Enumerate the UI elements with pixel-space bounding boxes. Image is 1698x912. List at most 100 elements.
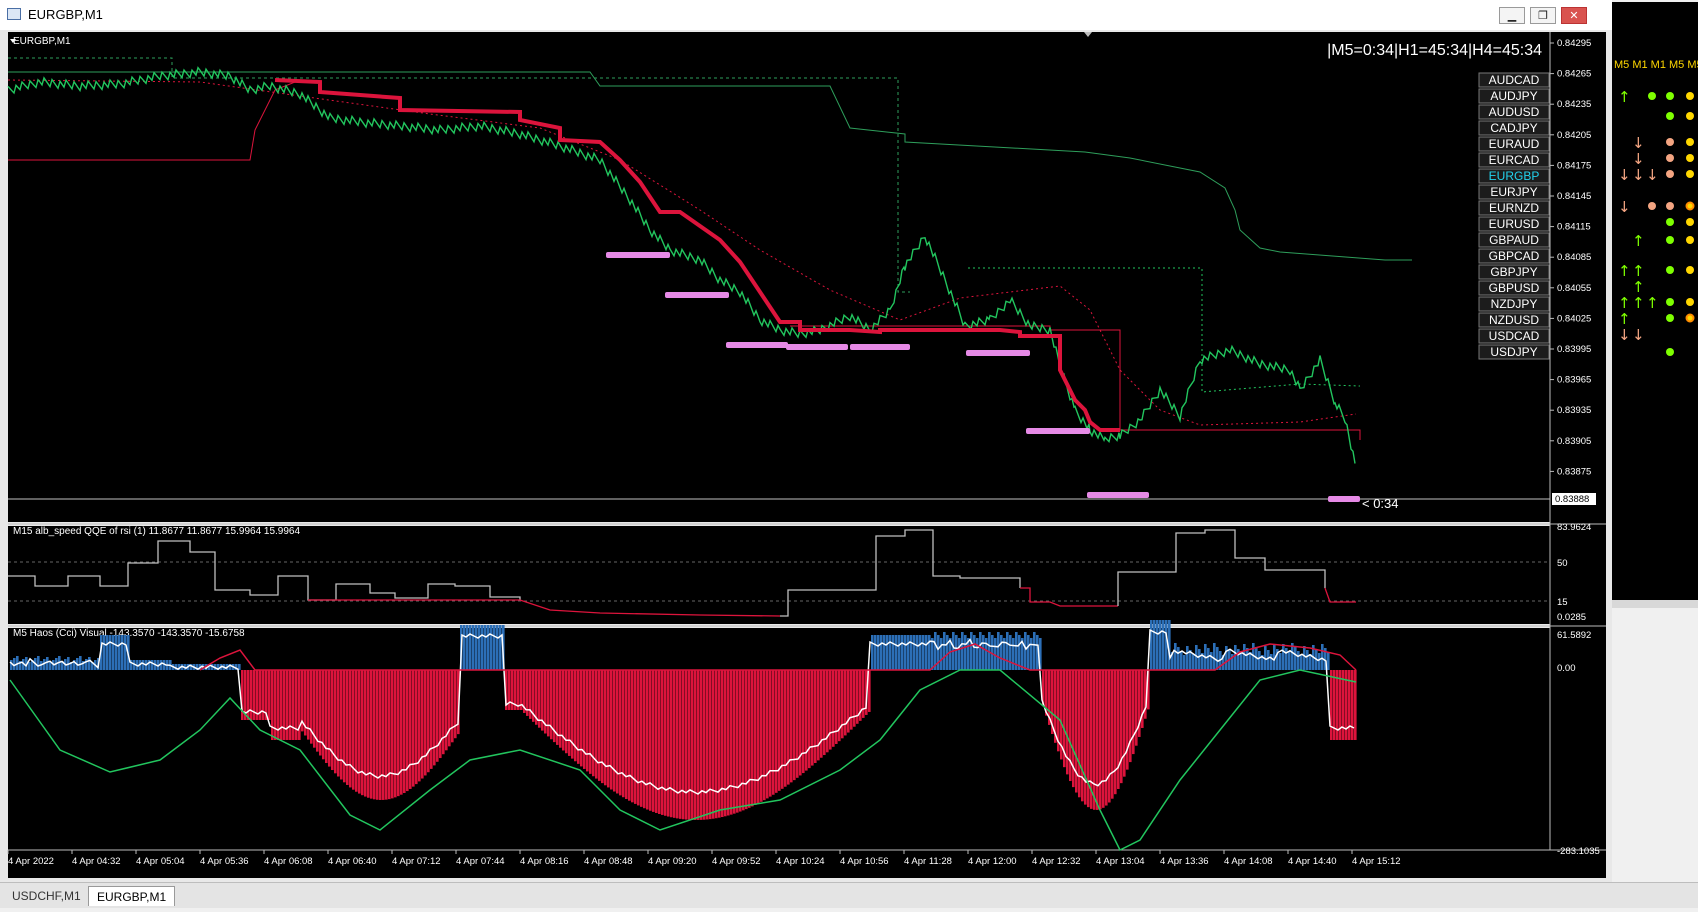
restore-button[interactable]: ❐ xyxy=(1530,7,1556,24)
price-tick-label: 0.84295 xyxy=(1557,38,1591,49)
symbol-button-eurjpy[interactable]: EURJPY xyxy=(1478,184,1550,200)
yellow-dot-icon xyxy=(1686,138,1694,146)
cci-tick-label: 61.5892 xyxy=(1557,630,1591,641)
symbol-button-usdcad[interactable]: USDCAD xyxy=(1478,328,1550,344)
time-tick-label: 4 Apr 08:16 xyxy=(520,856,569,867)
arrow-down-icon: ↓ xyxy=(1618,166,1631,184)
signal-header: M5 M1 M1 M5 M5 xyxy=(1614,59,1698,71)
cci-tick-label: 0.00 xyxy=(1557,663,1576,674)
side-panel: M5 M1 M1 M5 M5 ↑ ↓ ↓ ↓ ↓ ↓ ↓ ↑ ↑ ↑ ↑ ↑ ↑ ↑ ↑ ↓ ↓ xyxy=(1612,0,1698,907)
green-dot-icon xyxy=(1666,298,1674,306)
price-tick-label: 0.84055 xyxy=(1557,283,1591,294)
price-tick-label: 0.84145 xyxy=(1557,191,1591,202)
svg-text:EURAUD: EURAUD xyxy=(1489,137,1540,151)
qqe-label: M15 alb_speed QQE of rsi (1) 11.8677 11.… xyxy=(13,526,300,537)
time-tick-label: 4 Apr 13:36 xyxy=(1160,856,1209,867)
price-tick-label: 0.84235 xyxy=(1557,99,1591,110)
tab-eurgbp[interactable]: EURGBP,M1 xyxy=(88,886,176,906)
yellow-dot-icon xyxy=(1686,170,1694,178)
svg-text:GBPUSD: GBPUSD xyxy=(1489,281,1540,295)
symbol-button-audcad[interactable]: AUDCAD xyxy=(1478,72,1550,88)
orange-dot-icon xyxy=(1648,202,1656,210)
time-tick-label: 4 Apr 05:04 xyxy=(136,856,185,867)
time-tick-label: 4 Apr 15:12 xyxy=(1352,856,1401,867)
time-tick-label: 4 Apr 06:40 xyxy=(328,856,377,867)
symbol-button-gbpcad[interactable]: GBPCAD xyxy=(1478,248,1550,264)
close-button[interactable]: ✕ xyxy=(1561,7,1587,24)
price-tick-label: 0.83935 xyxy=(1557,405,1591,416)
price-tick-label: 0.84085 xyxy=(1557,252,1591,263)
qqe-tick-label: 0.0285 xyxy=(1557,612,1586,623)
svg-text:NZDUSD: NZDUSD xyxy=(1489,313,1539,327)
time-tick-label: 4 Apr 14:08 xyxy=(1224,856,1273,867)
symbol-button-eurusd[interactable]: EURUSD xyxy=(1478,216,1550,232)
svg-text:EURUSD: EURUSD xyxy=(1489,217,1540,231)
symbol-button-cadjpy[interactable]: CADJPY xyxy=(1478,120,1550,136)
arrow-down-icon: ↓ xyxy=(1618,198,1631,216)
price-tick-label: 0.84175 xyxy=(1557,160,1591,171)
qqe-tick-label: 15 xyxy=(1557,597,1568,608)
arrow-up-icon: ↑ xyxy=(1618,262,1631,280)
green-dot-icon xyxy=(1666,218,1674,226)
svg-text:AUDJPY: AUDJPY xyxy=(1490,89,1537,103)
symbol-button-nzdjpy[interactable]: NZDJPY xyxy=(1478,296,1550,312)
qqe-tick-label: 50 xyxy=(1557,558,1568,569)
symbol-button-euraud[interactable]: EURAUD xyxy=(1478,136,1550,152)
arrow-up-icon: ↑ xyxy=(1646,294,1659,312)
symbol-button-eurgbp[interactable]: EURGBP xyxy=(1478,168,1550,184)
time-tick-label: 4 Apr 04:32 xyxy=(72,856,121,867)
yellow-dot-icon xyxy=(1686,218,1694,226)
time-tick-label: 4 Apr 13:04 xyxy=(1096,856,1145,867)
symbol-button-usdjpy[interactable]: USDJPY xyxy=(1478,344,1550,360)
svg-text:GBPAUD: GBPAUD xyxy=(1489,233,1539,247)
time-tick-label: 4 Apr 09:52 xyxy=(712,856,761,867)
app-icon xyxy=(7,8,21,20)
yellow-dot-icon xyxy=(1686,92,1694,100)
tab-usdchf[interactable]: USDCHF,M1 xyxy=(4,886,89,906)
qqe-panel[interactable] xyxy=(8,526,1550,624)
symbol-button-gbpaud[interactable]: GBPAUD xyxy=(1478,232,1550,248)
time-tick-label: 4 Apr 11:28 xyxy=(904,856,952,867)
svg-text:EURJPY: EURJPY xyxy=(1490,185,1537,199)
price-axis-ticks: 0.84295 0.84265 0.84235 0.84205 0.84175 0.841… xyxy=(1550,38,1591,477)
symbol-button-gbpusd[interactable]: GBPUSD xyxy=(1478,280,1550,296)
orange-dot-icon xyxy=(1666,154,1674,162)
current-price-label: 0.83888 xyxy=(1555,494,1589,505)
chart-canvas[interactable]: EURGBP,M1 |M5=0:34|H1=45:34|H4=45:34 0.8… xyxy=(0,30,1612,882)
yellow-dot-icon xyxy=(1686,154,1694,162)
time-tick-label: 4 Apr 10:24 xyxy=(776,856,825,867)
symbol-button-eurnzd[interactable]: EURNZD xyxy=(1478,200,1550,216)
price-panel[interactable] xyxy=(8,32,1550,522)
window-title: EURGBP,M1 xyxy=(28,7,103,22)
green-dot-icon xyxy=(1666,314,1674,322)
symbol-button-gbpjpy[interactable]: GBPJPY xyxy=(1478,264,1550,280)
green-dot-icon xyxy=(1666,112,1674,120)
qqe-tick-label: 83.9624 xyxy=(1557,522,1591,533)
green-dot-icon xyxy=(1648,92,1656,100)
time-tick-label: 4 Apr 06:08 xyxy=(264,856,313,867)
time-tick-label: 4 Apr 09:20 xyxy=(648,856,697,867)
price-tick-label: 0.83905 xyxy=(1557,436,1591,447)
svg-text:GBPJPY: GBPJPY xyxy=(1490,265,1537,279)
price-tick-label: 0.84115 xyxy=(1557,222,1591,233)
symbol-button-eurcad[interactable]: EURCAD xyxy=(1478,152,1550,168)
time-tick-label: 4 Apr 05:36 xyxy=(200,856,249,867)
price-tick-label: 0.83875 xyxy=(1557,466,1591,477)
time-tick-label: 4 Apr 14:40 xyxy=(1288,856,1337,867)
svg-text:AUDUSD: AUDUSD xyxy=(1489,105,1540,119)
green-dot-icon xyxy=(1666,266,1674,274)
price-tick-label: 0.83965 xyxy=(1557,375,1591,386)
symbol-button-audusd[interactable]: AUDUSD xyxy=(1478,104,1550,120)
symbol-button-audjpy[interactable]: AUDJPY xyxy=(1478,88,1550,104)
cci-tick-label: -283.1035 xyxy=(1557,846,1600,857)
time-tick-label: 4 Apr 08:48 xyxy=(584,856,633,867)
time-tick-label: 4 Apr 10:56 xyxy=(840,856,889,867)
price-tick-label: 0.84205 xyxy=(1557,130,1591,141)
yellow-dot-icon xyxy=(1686,112,1694,120)
symbol-button-nzdusd[interactable]: NZDUSD xyxy=(1478,312,1550,328)
svg-text:EURNZD: EURNZD xyxy=(1489,201,1539,215)
arrow-down-icon: ↓ xyxy=(1618,326,1631,344)
ring-dot-icon xyxy=(1685,201,1695,211)
timeframe-timer: |M5=0:34|H1=45:34|H4=45:34 xyxy=(1327,42,1542,59)
minimize-button[interactable]: ▁ xyxy=(1499,7,1525,24)
